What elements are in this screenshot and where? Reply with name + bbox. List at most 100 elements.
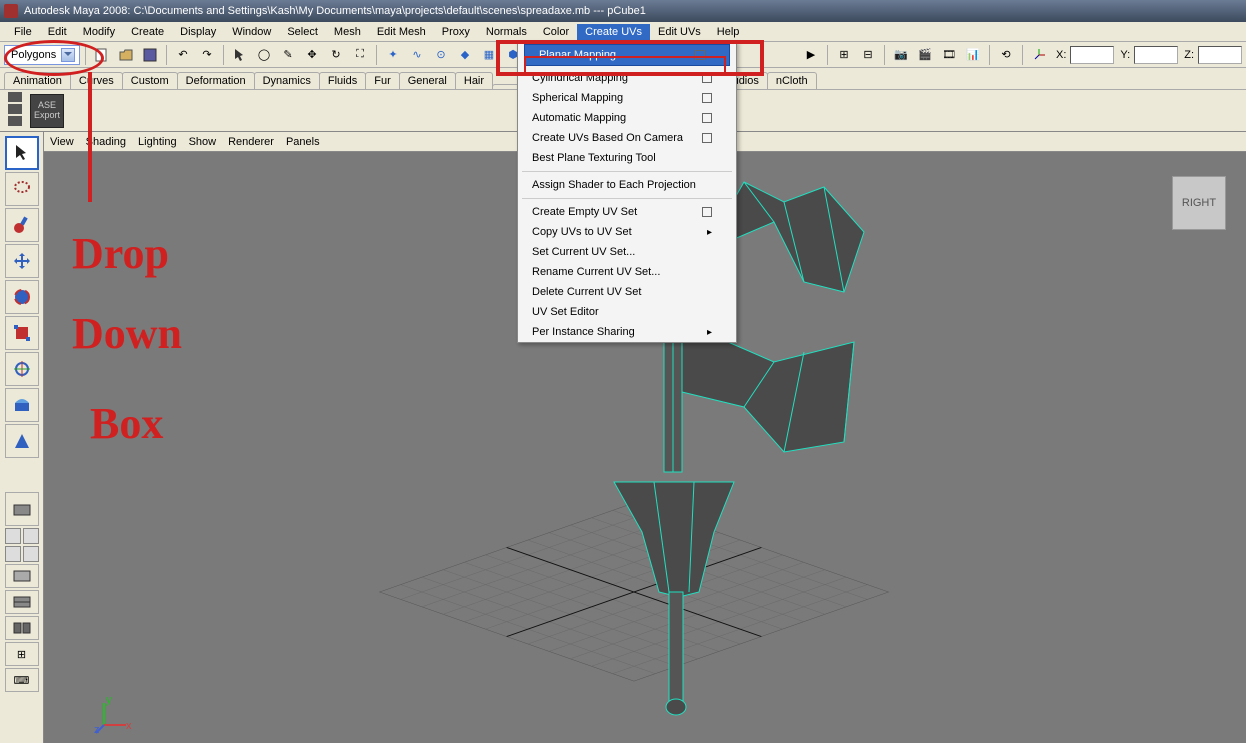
module-dropdown[interactable]: Polygons (4, 45, 80, 65)
shelf-tab-curves[interactable]: Curves (70, 72, 123, 89)
menu-item-rename-uvset[interactable]: Rename Current UV Set... (518, 262, 736, 282)
snap-curve-button[interactable]: ∿ (406, 44, 428, 66)
menu-item-set-current-uvset[interactable]: Set Current UV Set... (518, 242, 736, 262)
open-button[interactable] (115, 44, 137, 66)
panel-menu-view[interactable]: View (50, 136, 74, 148)
save-button[interactable] (139, 44, 161, 66)
playblast-button[interactable]: ▶ (800, 44, 822, 66)
option-box-icon[interactable] (702, 113, 712, 123)
soft-mod-tool[interactable] (5, 388, 39, 422)
two-view-h-button[interactable] (23, 528, 39, 544)
single-view-button[interactable] (5, 492, 39, 526)
shelf-tab-custom[interactable]: Custom (122, 72, 178, 89)
menu-item-create-empty-uvset[interactable]: Create Empty UV Set (518, 202, 736, 222)
menu-proxy[interactable]: Proxy (434, 24, 478, 40)
menu-item-create-uvs-camera[interactable]: Create UVs Based On Camera (518, 128, 736, 148)
scale-tool[interactable] (5, 316, 39, 350)
paint-tool[interactable] (5, 208, 39, 242)
graph-button[interactable]: 📊 (962, 44, 984, 66)
x-input[interactable] (1070, 46, 1114, 64)
axis-icon[interactable] (1028, 44, 1050, 66)
menu-item-best-plane-texturing[interactable]: Best Plane Texturing Tool (518, 148, 736, 168)
move-button[interactable]: ✥ (301, 44, 323, 66)
y-input[interactable] (1134, 46, 1178, 64)
menu-create[interactable]: Create (123, 24, 172, 40)
rotate-button[interactable]: ↻ (325, 44, 347, 66)
view-cube[interactable]: RIGHT (1172, 176, 1226, 230)
menu-modify[interactable]: Modify (75, 24, 123, 40)
script-button[interactable]: ⌨ (5, 668, 39, 692)
select-tool-button[interactable] (229, 44, 251, 66)
menu-edituvs[interactable]: Edit UVs (650, 24, 709, 40)
construction-history-button[interactable]: ⟲ (995, 44, 1017, 66)
panel-menu-show[interactable]: Show (189, 136, 217, 148)
menu-file[interactable]: File (6, 24, 40, 40)
menu-item-copy-uvs[interactable]: Copy UVs to UV Set (518, 222, 736, 242)
new-scene-button[interactable] (91, 44, 113, 66)
menu-help[interactable]: Help (709, 24, 748, 40)
shelf-menu-strip[interactable] (8, 92, 24, 130)
four-view-button[interactable] (5, 528, 21, 544)
paint-select-button[interactable]: ✎ (277, 44, 299, 66)
menu-item-spherical-mapping[interactable]: Spherical Mapping (518, 88, 736, 108)
snap-plane-button[interactable]: ◆ (454, 44, 476, 66)
panel-menu-renderer[interactable]: Renderer (228, 136, 274, 148)
snap-grid-button[interactable]: ✦ (382, 44, 404, 66)
graph-editor-button[interactable] (5, 616, 39, 640)
panel-menu-lighting[interactable]: Lighting (138, 136, 177, 148)
option-box-icon[interactable] (702, 93, 712, 103)
menu-mesh[interactable]: Mesh (326, 24, 369, 40)
rotate-tool[interactable] (5, 280, 39, 314)
menu-editmesh[interactable]: Edit Mesh (369, 24, 434, 40)
menu-createuvs[interactable]: Create UVs (577, 24, 650, 40)
hypershade-button[interactable]: ⊞ (5, 642, 39, 666)
ase-export-button[interactable]: ASE Export (30, 94, 64, 128)
shelf-tab-deformation[interactable]: Deformation (177, 72, 255, 89)
menu-item-assign-shader[interactable]: Assign Shader to Each Projection (518, 175, 736, 195)
layout-2-button[interactable]: ⊟ (857, 44, 879, 66)
persp-view-button[interactable] (5, 564, 39, 588)
film-button[interactable]: 🎬 (914, 44, 936, 66)
shelf-tab-dynamics[interactable]: Dynamics (254, 72, 320, 89)
shelf-tab-general[interactable]: General (399, 72, 456, 89)
redo-button[interactable]: ↷ (196, 44, 218, 66)
menu-item-cylindrical-mapping[interactable]: Cylindrical Mapping (518, 68, 736, 88)
shelf-tab-ncloth[interactable]: nCloth (767, 72, 817, 89)
menu-item-planar-mapping[interactable]: Planar Mapping (524, 44, 730, 66)
clip-button[interactable]: 🎞 (938, 44, 960, 66)
snap-point-button[interactable]: ⊙ (430, 44, 452, 66)
menu-color[interactable]: Color (535, 24, 577, 40)
z-input[interactable] (1198, 46, 1242, 64)
menu-item-uvset-editor[interactable]: UV Set Editor (518, 302, 736, 322)
menu-item-delete-uvset[interactable]: Delete Current UV Set (518, 282, 736, 302)
outliner-button[interactable] (5, 590, 39, 614)
shelf-tab-animation[interactable]: Animation (4, 72, 71, 89)
scale-button[interactable]: ⛶ (349, 44, 371, 66)
layout-1-button[interactable]: ⊞ (833, 44, 855, 66)
lasso-tool[interactable] (5, 172, 39, 206)
shelf-tab-hair[interactable]: Hair (455, 72, 493, 89)
option-box-icon[interactable] (702, 207, 712, 217)
shelf-tab-fluids[interactable]: Fluids (319, 72, 366, 89)
manipulator-tool[interactable] (5, 352, 39, 386)
menu-item-per-instance-sharing[interactable]: Per Instance Sharing (518, 322, 736, 342)
menu-display[interactable]: Display (172, 24, 224, 40)
menu-edit[interactable]: Edit (40, 24, 75, 40)
three-view-button[interactable] (23, 546, 39, 562)
undo-button[interactable]: ↶ (172, 44, 194, 66)
option-box-icon[interactable] (702, 73, 712, 83)
option-box-icon[interactable] (702, 133, 712, 143)
move-tool[interactable] (5, 244, 39, 278)
panel-menu-panels[interactable]: Panels (286, 136, 320, 148)
last-tool[interactable] (5, 424, 39, 458)
menu-item-automatic-mapping[interactable]: Automatic Mapping (518, 108, 736, 128)
select-tool[interactable] (5, 136, 39, 170)
snap-view-button[interactable]: ▦ (478, 44, 500, 66)
two-view-v-button[interactable] (5, 546, 21, 562)
shelf-tab-fur[interactable]: Fur (365, 72, 400, 89)
menu-select[interactable]: Select (279, 24, 326, 40)
option-box-icon[interactable] (695, 50, 705, 60)
menu-normals[interactable]: Normals (478, 24, 535, 40)
menu-window[interactable]: Window (224, 24, 279, 40)
lasso-button[interactable]: ◯ (253, 44, 275, 66)
